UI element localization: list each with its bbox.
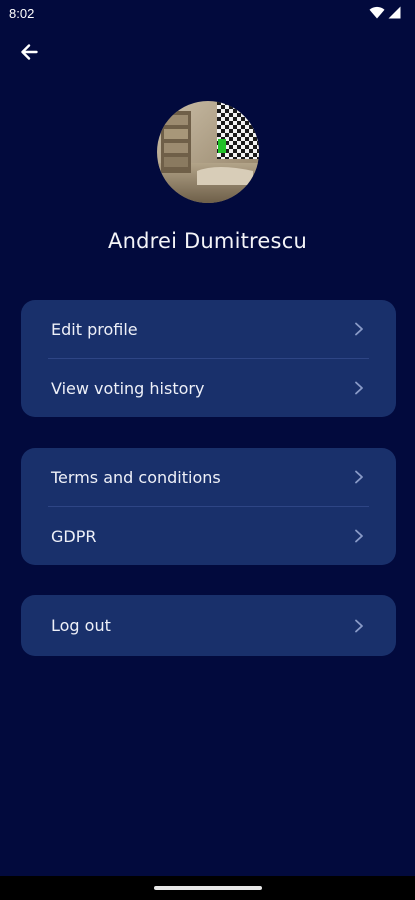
home-indicator[interactable] xyxy=(154,886,262,890)
chevron-right-icon xyxy=(352,470,366,484)
status-time: 8:02 xyxy=(9,5,35,21)
chevron-right-icon xyxy=(352,529,366,543)
chevron-right-icon xyxy=(352,322,366,336)
arrow-left-icon xyxy=(20,44,38,64)
wifi-icon xyxy=(369,4,385,23)
status-icons xyxy=(369,4,401,23)
logout-card: Log out xyxy=(21,595,396,656)
edit-profile-row[interactable]: Edit profile xyxy=(21,300,396,358)
view-voting-history-label: View voting history xyxy=(51,378,205,398)
chevron-right-icon xyxy=(352,381,366,395)
chevron-right-icon xyxy=(352,619,366,633)
status-bar: 8:02 xyxy=(0,0,415,26)
gdpr-row[interactable]: GDPR xyxy=(21,507,396,565)
terms-and-conditions-row[interactable]: Terms and conditions xyxy=(21,448,396,506)
log-out-row[interactable]: Log out xyxy=(21,595,396,656)
profile-name: Andrei Dumitrescu xyxy=(108,229,307,253)
terms-and-conditions-label: Terms and conditions xyxy=(51,467,221,487)
log-out-label: Log out xyxy=(51,616,111,635)
back-button[interactable] xyxy=(14,40,44,68)
cellular-signal-icon xyxy=(388,4,401,23)
account-menu-card: Edit profile View voting history xyxy=(21,300,396,417)
avatar[interactable] xyxy=(157,101,259,203)
legal-menu-card: Terms and conditions GDPR xyxy=(21,448,396,565)
edit-profile-label: Edit profile xyxy=(51,319,138,339)
gdpr-label: GDPR xyxy=(51,526,97,546)
view-voting-history-row[interactable]: View voting history xyxy=(21,359,396,417)
